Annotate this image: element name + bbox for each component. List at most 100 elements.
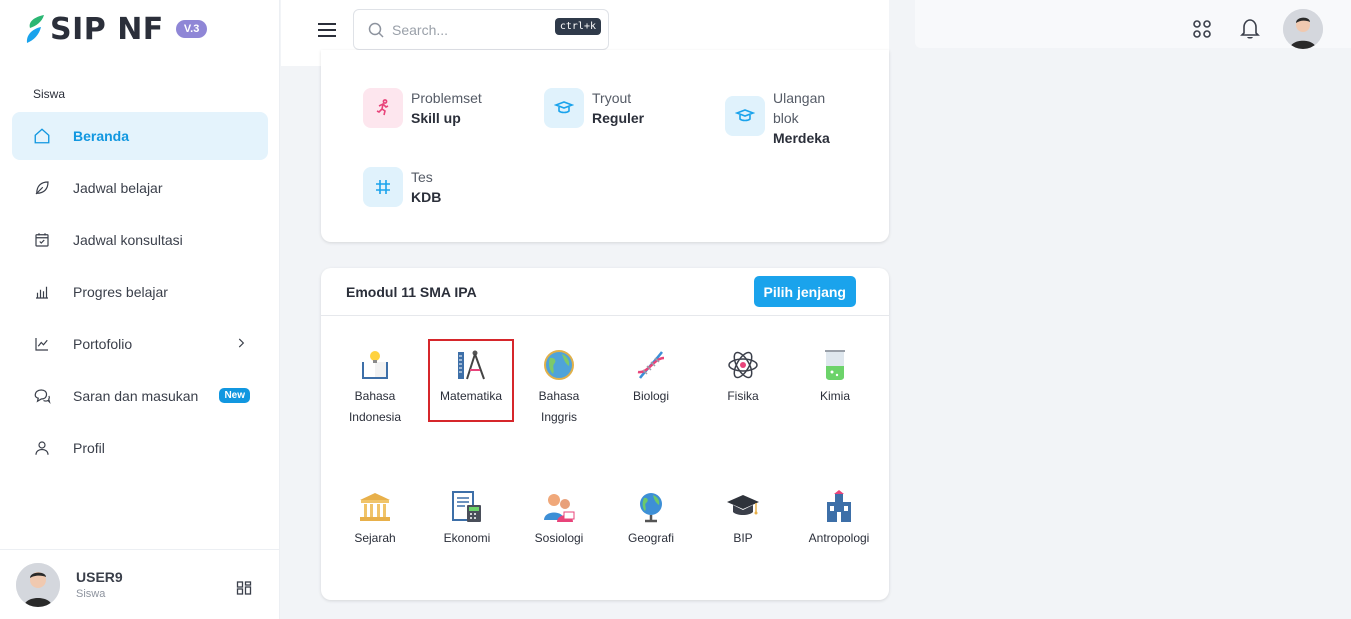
sidebar-item-label: Beranda bbox=[73, 128, 130, 144]
brand-logo[interactable]: SIP NF V.3 bbox=[24, 11, 208, 47]
subject-label: BIP bbox=[733, 531, 753, 545]
hamburger-menu-icon[interactable] bbox=[317, 20, 337, 40]
running-person-icon bbox=[363, 88, 403, 128]
graduation-cap-icon bbox=[725, 96, 765, 136]
sidebar-item-jadwal-belajar[interactable]: Jadwal belajar bbox=[12, 164, 268, 212]
task-tryout[interactable]: Tryout Reguler bbox=[544, 88, 644, 128]
subject-label: Ekonomi bbox=[443, 531, 491, 545]
building-icon bbox=[827, 490, 851, 522]
trend-chart-icon bbox=[32, 334, 52, 354]
user-role: Siswa bbox=[76, 588, 106, 600]
sidebar-item-label: Portofolio bbox=[73, 336, 133, 352]
sidebar-item-profil[interactable]: Profil bbox=[12, 424, 268, 472]
sidebar-item-portofolio[interactable]: Portofolio bbox=[12, 320, 268, 368]
chat-bubbles-icon bbox=[32, 386, 52, 406]
task-tes[interactable]: Tes KDB bbox=[363, 167, 441, 207]
subject-label: Sejarah bbox=[354, 531, 396, 545]
subject-matematika[interactable]: Matematika bbox=[428, 339, 514, 422]
subject-bip[interactable]: BIP bbox=[702, 490, 784, 549]
subject-geografi[interactable]: Geografi bbox=[610, 490, 692, 549]
sidebar-item-label: Saran dan masukan bbox=[73, 388, 199, 404]
hash-grid-icon bbox=[363, 167, 403, 207]
sidebar-item-label: Jadwal konsultasi bbox=[73, 232, 183, 248]
subject-label: Biologi bbox=[632, 389, 670, 403]
bell-icon[interactable] bbox=[1239, 17, 1261, 39]
calendar-check-icon bbox=[32, 230, 52, 250]
task-sub: Skill up bbox=[411, 110, 461, 126]
subject-fisika[interactable]: Fisika bbox=[702, 348, 784, 407]
subject-label: Geografi bbox=[627, 531, 675, 545]
search-icon bbox=[368, 22, 384, 38]
subject-label: Sosiologi bbox=[534, 531, 584, 545]
home-icon bbox=[32, 126, 52, 146]
task-sub: KDB bbox=[411, 189, 442, 205]
avatar[interactable] bbox=[16, 562, 60, 607]
search-input[interactable] bbox=[392, 21, 542, 38]
bar-chart-icon bbox=[32, 282, 52, 302]
leaf-icon bbox=[32, 178, 52, 198]
subject-label: Bahasa Indonesia bbox=[348, 389, 402, 424]
chevron-right-icon bbox=[238, 338, 245, 348]
sidebar-item-saran-dan-masukan[interactable]: Saran dan masukan New bbox=[12, 372, 268, 420]
sidebar-item-progres-belajar[interactable]: Progres belajar bbox=[12, 268, 268, 316]
version-badge: V.3 bbox=[175, 20, 208, 38]
sidebar-item-jadwal-konsultasi[interactable]: Jadwal konsultasi bbox=[12, 216, 268, 264]
brand-name: SIP NF bbox=[50, 11, 164, 47]
sidebar-item-beranda[interactable]: Beranda bbox=[12, 112, 268, 160]
header-avatar[interactable] bbox=[1283, 9, 1323, 49]
task-ulangan-blok[interactable]: Ulangan blok Merdeka bbox=[725, 88, 845, 148]
subject-sosiologi[interactable]: Sosiologi bbox=[518, 490, 600, 549]
subject-label: Bahasa Inggris bbox=[538, 389, 580, 424]
task-label: Ulangan blok bbox=[773, 90, 826, 126]
subject-biologi[interactable]: Biologi bbox=[610, 348, 692, 407]
sidebar: SIP NF V.3 Siswa Beranda Jadwal belajar … bbox=[0, 0, 280, 619]
subject-sejarah[interactable]: Sejarah bbox=[334, 490, 416, 549]
task-label: Tryout bbox=[592, 90, 632, 106]
sidebar-item-label: Profil bbox=[73, 440, 105, 456]
search-box[interactable]: ctrl+k bbox=[353, 9, 609, 50]
emodul-header: Emodul 11 SMA IPA Pilih jenjang bbox=[321, 268, 889, 316]
ruler-compass-icon bbox=[458, 350, 485, 380]
leaf-logo-icon bbox=[26, 15, 44, 43]
emodul-title: Emodul 11 SMA IPA bbox=[346, 284, 477, 300]
dna-icon bbox=[637, 351, 665, 379]
switch-view-icon[interactable] bbox=[236, 580, 252, 596]
user-icon bbox=[32, 438, 52, 458]
graduation-cap-icon bbox=[544, 88, 584, 128]
task-card: Problemset Skill up Tryout Reguler Ulang… bbox=[321, 50, 889, 242]
atom-icon bbox=[728, 351, 758, 379]
subject-ekonomi[interactable]: Ekonomi bbox=[426, 490, 508, 549]
new-badge: New bbox=[219, 388, 250, 403]
subject-kimia[interactable]: Kimia bbox=[794, 348, 876, 407]
emodul-card: Emodul 11 SMA IPA Pilih jenjang Bahasa I… bbox=[321, 268, 889, 600]
subject-bahasa-inggris[interactable]: Bahasa Inggris bbox=[518, 348, 600, 428]
sidebar-section-label: Siswa bbox=[33, 87, 66, 101]
pilih-jenjang-button[interactable]: Pilih jenjang bbox=[753, 276, 856, 307]
subject-label: Antropologi bbox=[808, 531, 870, 545]
task-label: Tes bbox=[411, 169, 433, 185]
subject-label: Fisika bbox=[727, 389, 759, 403]
globe-icon bbox=[544, 350, 574, 380]
task-sub: Reguler bbox=[592, 110, 645, 126]
user-name: USER9 bbox=[76, 569, 123, 585]
shortcut-hint: ctrl+k bbox=[554, 18, 601, 35]
task-problemset[interactable]: Problemset Skill up bbox=[363, 88, 482, 128]
mortarboard-icon bbox=[727, 495, 759, 515]
temple-icon bbox=[360, 493, 390, 521]
task-sub: Merdeka bbox=[773, 130, 830, 146]
subject-label: Kimia bbox=[819, 389, 850, 403]
beaker-icon bbox=[825, 350, 845, 380]
task-label: Problemset bbox=[411, 90, 482, 106]
sidebar-item-label: Jadwal belajar bbox=[73, 180, 163, 196]
subject-antropologi[interactable]: Antropologi bbox=[798, 490, 880, 549]
sidebar-nav: Beranda Jadwal belajar Jadwal konsultasi… bbox=[12, 112, 268, 476]
person-avatar-icon bbox=[1283, 9, 1323, 49]
apps-grid-icon[interactable] bbox=[1191, 18, 1213, 40]
earth-globe-icon bbox=[640, 493, 662, 523]
subject-label: Matematika bbox=[439, 389, 503, 403]
calculator-document-icon bbox=[452, 491, 481, 522]
subject-bahasa-indonesia[interactable]: Bahasa Indonesia bbox=[334, 348, 416, 428]
person-avatar-icon bbox=[16, 562, 60, 607]
sidebar-item-label: Progres belajar bbox=[73, 284, 168, 300]
people-icon bbox=[544, 494, 575, 522]
